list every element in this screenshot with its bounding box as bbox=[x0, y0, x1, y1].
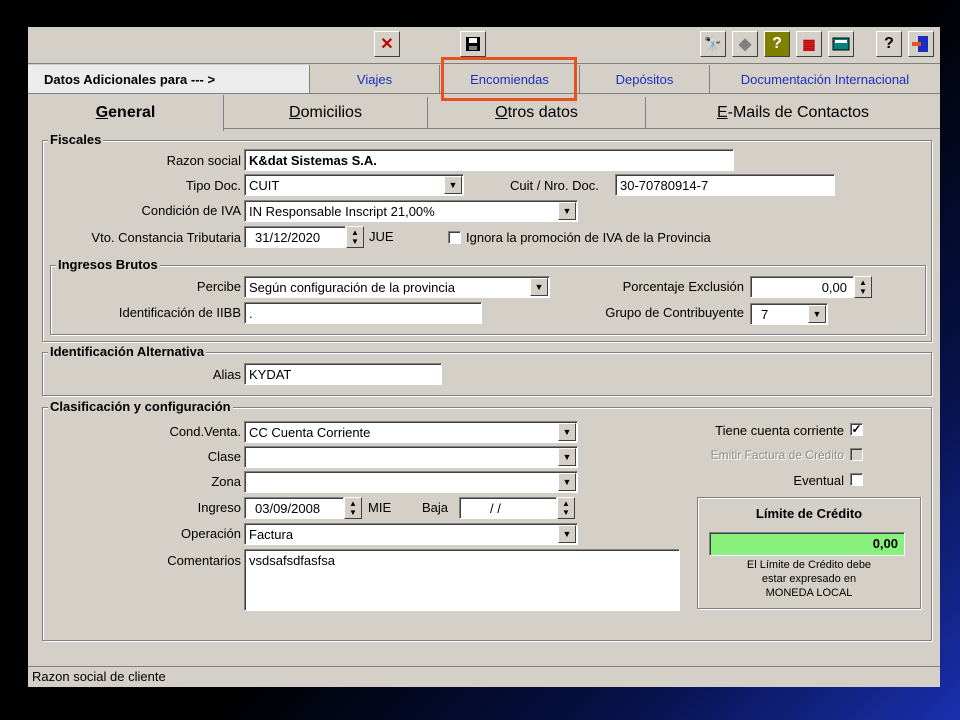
clase-label: Clase bbox=[207, 449, 241, 464]
ingreso-label: Ingreso bbox=[197, 500, 241, 515]
question-icon[interactable]: ? bbox=[876, 31, 902, 57]
tab-domicilios-hotkey: D bbox=[289, 103, 301, 121]
tab-viajes[interactable]: Viajes bbox=[310, 65, 440, 93]
back-icon[interactable]: ◆ bbox=[732, 31, 758, 57]
tipo-doc-value: CUIT bbox=[249, 178, 280, 193]
chevron-down-icon[interactable]: ▼ bbox=[444, 176, 462, 194]
grupo-label: Grupo de Contribuyente bbox=[605, 305, 744, 320]
tab-emails-label: -Mails de Contactos bbox=[727, 103, 870, 121]
iva-select[interactable]: IN Responsable Inscript 21,00% ▼ bbox=[244, 200, 578, 222]
comentarios-textarea[interactable]: vsdsafsdfasfsa bbox=[244, 549, 680, 611]
operacion-value: Factura bbox=[249, 527, 294, 542]
tab-documentacion-internacional[interactable]: Documentación Internacional bbox=[710, 65, 940, 93]
cuenta-corriente-checkbox[interactable]: ✓ bbox=[850, 423, 863, 436]
tipo-doc-select[interactable]: CUIT ▼ bbox=[244, 174, 464, 196]
cuenta-corriente-label: Tiene cuenta corriente bbox=[715, 423, 844, 438]
cuit-label: Cuit / Nro. Doc. bbox=[510, 178, 599, 193]
iva-label: Condición de IVA bbox=[141, 203, 242, 218]
limite-title: Límite de Crédito bbox=[755, 506, 863, 521]
tab-emails[interactable]: E -Mails de Contactos bbox=[646, 97, 940, 129]
emitir-label: Emitir Factura de Crédito bbox=[710, 448, 844, 462]
status-bar: Razon social de cliente bbox=[28, 666, 940, 687]
exit-icon[interactable] bbox=[908, 31, 934, 57]
grupo-select[interactable]: 7 ▼ bbox=[750, 303, 828, 325]
porcentaje-label: Porcentaje Exclusión bbox=[622, 279, 744, 294]
cuit-input[interactable]: 30-70780914-7 bbox=[615, 174, 835, 196]
zona-select[interactable]: ▼ bbox=[244, 471, 578, 493]
chevron-down-icon[interactable]: ▼ bbox=[808, 305, 826, 323]
tab-general[interactable]: General bbox=[28, 95, 224, 131]
porcentaje-input[interactable]: 0,00 bbox=[750, 276, 854, 298]
chevron-down-icon[interactable]: ▼ bbox=[558, 525, 576, 543]
tab-emails-hotkey: E bbox=[716, 103, 728, 121]
zona-label: Zona bbox=[211, 474, 241, 489]
razon-social-label: Razon social bbox=[166, 153, 241, 168]
razon-social-input[interactable]: K&dat Sistemas S.A. bbox=[244, 149, 734, 171]
limite-note-2: estar expresado en bbox=[761, 573, 857, 585]
operacion-label: Operación bbox=[181, 526, 241, 541]
chevron-down-icon[interactable]: ▼ bbox=[530, 278, 548, 296]
chevron-down-icon[interactable]: ▼ bbox=[558, 448, 576, 466]
ignora-label: Ignora la promoción de IVA de la Provinc… bbox=[466, 230, 711, 245]
iibb-input[interactable]: . bbox=[244, 302, 482, 324]
tab-general-hotkey: G bbox=[95, 104, 109, 121]
iva-value: IN Responsable Inscript 21,00% bbox=[249, 204, 435, 219]
vto-day: JUE bbox=[369, 229, 394, 244]
chevron-down-icon[interactable]: ▼ bbox=[558, 202, 576, 220]
binoculars-icon[interactable]: 🔭 bbox=[700, 31, 726, 57]
tab-domicilios-label: omicilios bbox=[300, 103, 362, 121]
tab-otros-label: tros datos bbox=[507, 103, 578, 121]
ingresos-title: Ingresos Brutos bbox=[56, 257, 160, 272]
tab-domicilios[interactable]: Domicilios bbox=[224, 97, 428, 129]
percibe-select[interactable]: Según configuración de la provincia ▼ bbox=[244, 276, 550, 298]
tab-general-label: eneral bbox=[108, 104, 156, 121]
tab-otros-datos[interactable]: Otros datos bbox=[428, 97, 646, 129]
baja-spinner[interactable]: ▲ ▼ bbox=[557, 497, 575, 519]
vto-input[interactable]: 31/12/2020 bbox=[244, 226, 346, 248]
tab-otros-hotkey: O bbox=[495, 103, 508, 121]
percibe-value: Según configuración de la provincia bbox=[249, 280, 455, 295]
baja-label: Baja bbox=[422, 500, 449, 515]
percibe-label: Percibe bbox=[196, 279, 241, 294]
vto-spinner[interactable]: ▲ ▼ bbox=[346, 226, 364, 248]
calculator-icon[interactable] bbox=[828, 31, 854, 57]
emitir-checkbox[interactable] bbox=[850, 448, 863, 461]
clase-select[interactable]: ▼ bbox=[244, 446, 578, 468]
eventual-checkbox[interactable] bbox=[850, 473, 863, 486]
vto-label: Vto. Constancia Tributaria bbox=[91, 230, 241, 245]
alias-input[interactable]: KYDAT bbox=[244, 363, 442, 385]
chevron-down-icon[interactable]: ▼ bbox=[558, 423, 576, 441]
ignora-checkbox[interactable] bbox=[448, 231, 461, 244]
close-icon[interactable]: ✕ bbox=[374, 31, 400, 57]
alternativa-title: Identificación Alternativa bbox=[48, 344, 207, 359]
client-window: ✕ 🔭 ◆ ? ▦ ? Datos Adicionales para --- >… bbox=[28, 27, 940, 687]
ingreso-day: MIE bbox=[368, 500, 392, 515]
cond-venta-label: Cond.Venta. bbox=[169, 424, 241, 439]
highlight-box bbox=[441, 57, 577, 101]
limite-value: 0,00 bbox=[709, 532, 905, 556]
baja-input[interactable]: / / bbox=[459, 497, 557, 519]
comentarios-label: Comentarios bbox=[167, 553, 241, 568]
ingreso-spinner[interactable]: ▲ ▼ bbox=[344, 497, 362, 519]
operacion-select[interactable]: Factura ▼ bbox=[244, 523, 578, 545]
porcentaje-spinner[interactable]: ▲ ▼ bbox=[854, 276, 872, 298]
cond-venta-select[interactable]: CC Cuenta Corriente ▼ bbox=[244, 421, 578, 443]
tab-depositos[interactable]: Depósitos bbox=[580, 65, 710, 93]
eventual-label: Eventual bbox=[793, 473, 844, 488]
fiscales-title: Fiscales bbox=[48, 132, 104, 147]
clasificacion-title: Clasificación y configuración bbox=[48, 399, 233, 414]
cond-venta-value: CC Cuenta Corriente bbox=[249, 425, 371, 440]
ingreso-input[interactable]: 03/09/2008 bbox=[244, 497, 344, 519]
top-tab-header: Datos Adicionales para --- > bbox=[28, 65, 310, 93]
save-icon[interactable] bbox=[460, 31, 486, 57]
grupo-value: 7 bbox=[761, 307, 769, 322]
tipo-doc-label: Tipo Doc. bbox=[185, 178, 241, 193]
help-icon[interactable]: ? bbox=[764, 31, 790, 57]
grid-icon[interactable]: ▦ bbox=[796, 31, 822, 57]
alias-label: Alias bbox=[212, 367, 241, 382]
limite-note-3: MONEDA LOCAL bbox=[765, 587, 853, 599]
iibb-label: Identificación de IIBB bbox=[118, 305, 241, 320]
limite-note-1: El Límite de Crédito debe bbox=[746, 559, 872, 571]
chevron-down-icon[interactable]: ▼ bbox=[558, 473, 576, 491]
